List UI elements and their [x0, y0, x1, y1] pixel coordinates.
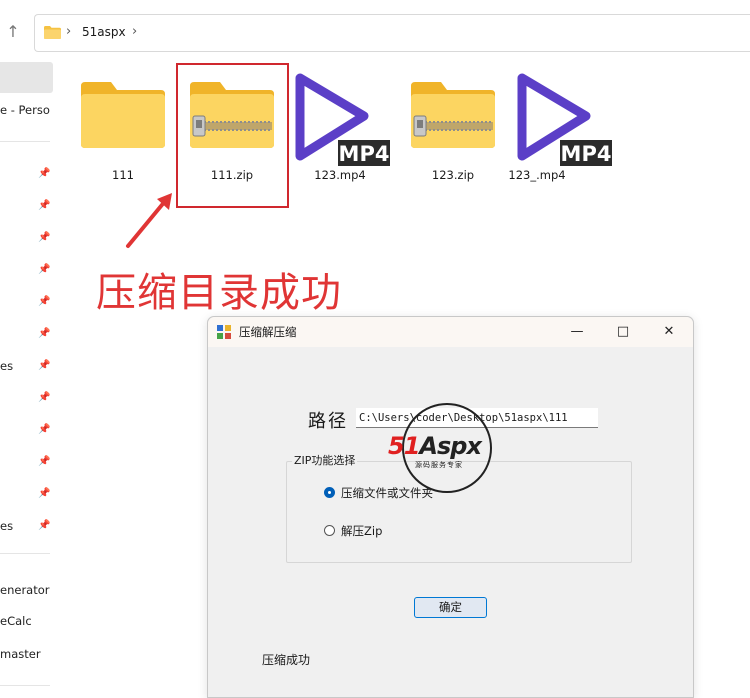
- pin-icon: 📌: [38, 296, 51, 307]
- pin-icon: 📌: [38, 232, 51, 243]
- path-label: 路径: [308, 411, 348, 432]
- chevron-right-icon: ›: [66, 24, 72, 39]
- sidebar-item-label[interactable]: master: [0, 647, 41, 661]
- divider: [0, 553, 50, 554]
- annotation-arrow-icon: [126, 193, 172, 248]
- pin-icon: 📌: [38, 328, 51, 339]
- maximize-icon[interactable]: □: [600, 317, 646, 347]
- file-item-123-mp4[interactable]: MP4 123.mp4: [290, 70, 390, 190]
- group-title: ZIP功能选择: [292, 452, 358, 468]
- pin-icon: 📌: [38, 488, 51, 499]
- up-arrow-icon[interactable]: ↑: [4, 22, 22, 42]
- file-name: 123.mp4: [314, 168, 366, 182]
- sidebar-item-onedrive[interactable]: e - Perso: [0, 103, 50, 117]
- radio-extract[interactable]: [324, 525, 335, 536]
- file-name: 123_.mp4: [508, 168, 566, 182]
- divider: [0, 685, 50, 686]
- mp4-badge: MP4: [561, 142, 612, 166]
- ok-button[interactable]: 确定: [414, 597, 487, 618]
- app-icon: [217, 325, 231, 339]
- pin-icon: 📌: [38, 392, 51, 403]
- sidebar-item-label[interactable]: es: [0, 359, 13, 373]
- highlight-box: [176, 63, 289, 208]
- watermark-brand: 51Aspx: [388, 432, 482, 460]
- sidebar-item-label[interactable]: eCalc: [0, 614, 32, 628]
- pin-icon: 📌: [38, 424, 51, 435]
- folder-icon: [44, 26, 61, 39]
- file-name: 111: [112, 168, 134, 182]
- watermark-text: Aspx: [419, 432, 482, 460]
- divider: [0, 141, 50, 142]
- radio-extract-label[interactable]: 解压Zip: [341, 523, 382, 539]
- compress-dialog: 压缩解压缩 — □ ✕ 路径 ZIP功能选择 压缩文件或文件夹 解压Zip 确定…: [207, 316, 694, 698]
- sidebar-item-label[interactable]: es: [0, 519, 13, 533]
- minimize-icon[interactable]: —: [554, 317, 600, 347]
- file-item-111[interactable]: 111: [73, 70, 173, 190]
- folder-icon: [81, 82, 165, 148]
- sidebar-selected-item[interactable]: [0, 62, 53, 93]
- file-item-123_-mp4[interactable]: MP4 123_.mp4: [508, 70, 612, 190]
- zip-folder-icon: [411, 82, 495, 148]
- sidebar-item-label[interactable]: enerator: [0, 583, 50, 597]
- radio-compress[interactable]: [324, 487, 335, 498]
- pin-icon: 📌: [38, 168, 51, 179]
- pin-icon: 📌: [38, 520, 51, 531]
- dialog-titlebar[interactable]: 压缩解压缩 — □ ✕: [208, 317, 693, 347]
- pin-icon: 📌: [38, 264, 51, 275]
- navigation-pane: e - Perso 📌 📌 📌 📌 📌 📌 es 📌 📌 📌 📌 📌 es 📌 …: [0, 62, 56, 690]
- status-label: 压缩成功: [262, 653, 311, 667]
- mp4-icon: MP4: [295, 73, 390, 166]
- pin-icon: 📌: [38, 456, 51, 467]
- chevron-right-icon[interactable]: ›: [132, 24, 137, 39]
- breadcrumb[interactable]: 51aspx: [82, 25, 126, 39]
- close-icon[interactable]: ✕: [646, 317, 692, 347]
- mp4-badge: MP4: [339, 142, 390, 166]
- address-row: ↑ › 51aspx ›: [0, 0, 750, 62]
- dialog-title: 压缩解压缩: [239, 325, 297, 339]
- watermark-subtitle: 源码服务专家: [415, 461, 463, 469]
- pin-icon: 📌: [38, 360, 51, 371]
- annotation-text: 压缩目录成功: [96, 270, 342, 316]
- mp4-icon: MP4: [517, 73, 612, 166]
- watermark-logo: 51Aspx 源码服务专家: [385, 400, 510, 495]
- pin-icon: 📌: [38, 200, 51, 211]
- address-bar[interactable]: › 51aspx ›: [34, 14, 750, 52]
- watermark-num: 51: [388, 432, 420, 460]
